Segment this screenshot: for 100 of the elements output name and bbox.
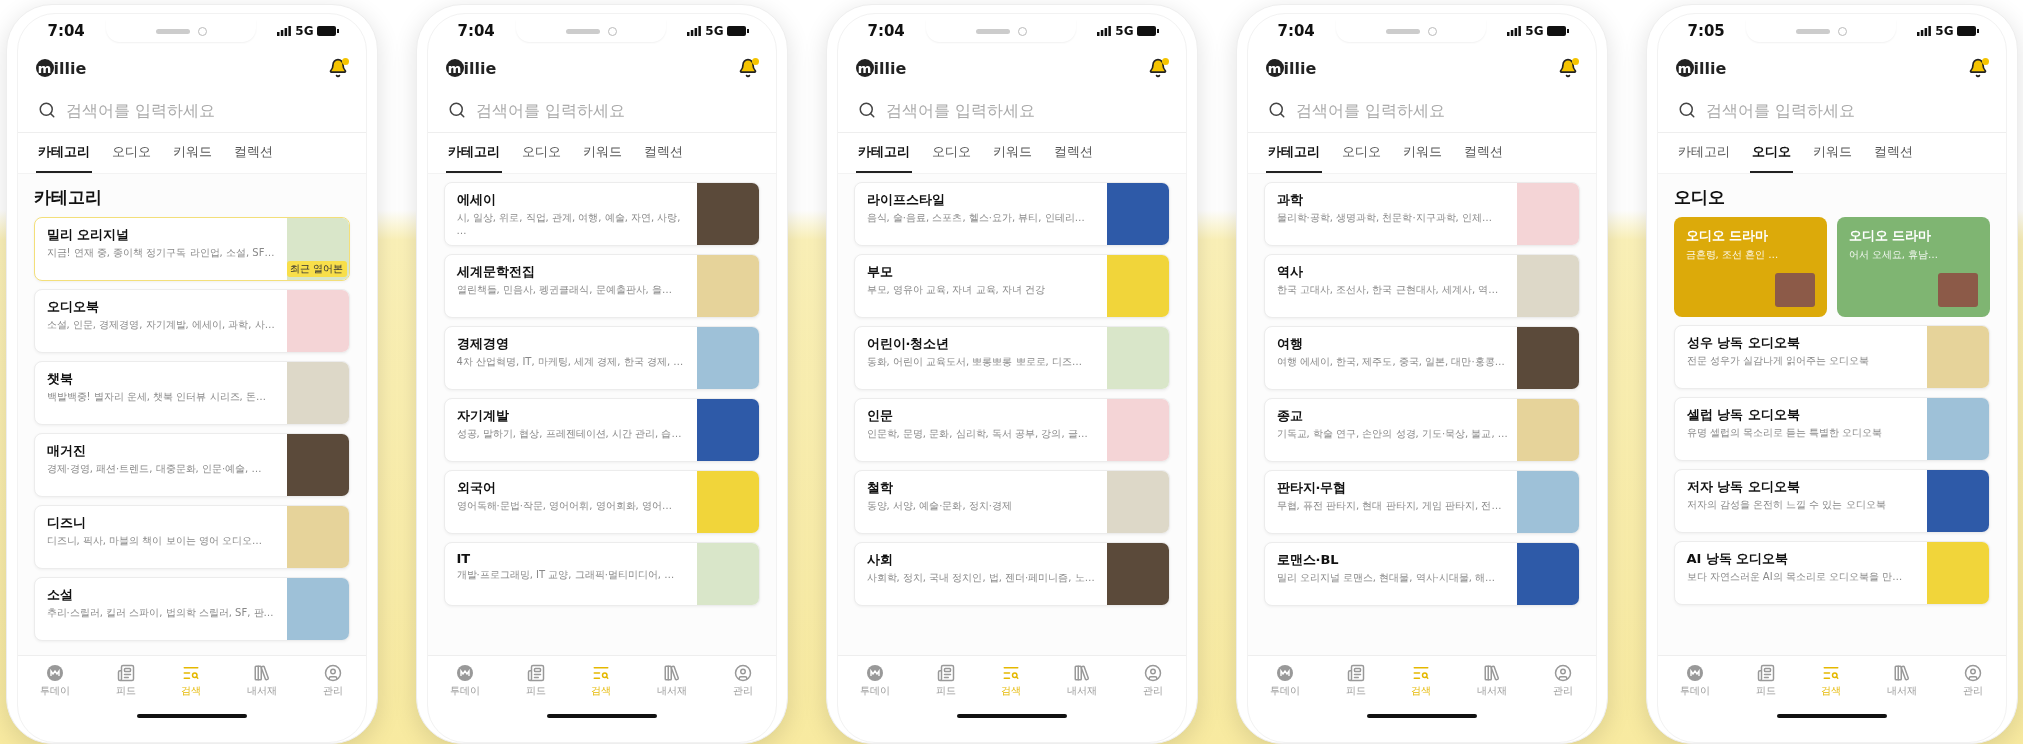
app-logo: m illie [35, 58, 87, 78]
books-icon [663, 664, 682, 682]
category-card[interactable]: 소설 추리·스릴러, 킬러 스파이, 법의학 스릴러, SF, 판… [33, 577, 350, 641]
category-tab[interactable]: 키워드 [1400, 133, 1444, 173]
category-card[interactable]: 자기계발 성공, 말하기, 협상, 프레젠테이션, 시간 관리, 습… [443, 398, 760, 462]
category-card[interactable]: 에세이 시, 일상, 위로, 직업, 관계, 여행, 예술, 자연, 사랑, … [443, 182, 760, 246]
category-card[interactable]: 저자 낭독 오디오북 저자의 감성을 온전히 느낄 수 있는 오디오북 [1673, 469, 1990, 533]
app-logo: m illie [1265, 58, 1317, 78]
card-description: 성공, 말하기, 협상, 프레젠테이션, 시간 관리, 습… [456, 428, 683, 441]
section-title: 오디오 [1673, 186, 1726, 209]
card-title: 사회 [866, 551, 894, 569]
card-description: 영어독해·문법·작문, 영어어휘, 영어회화, 영어… [456, 500, 673, 513]
category-card[interactable]: 성우 낭독 오디오북 전문 성우가 실감나게 읽어주는 오디오북 [1673, 325, 1990, 389]
card-description: 소설, 인문, 경제경영, 자기계발, 에세이, 과학, 사… [46, 319, 276, 332]
search-icon [37, 101, 56, 119]
book-cover-placeholder [1106, 543, 1169, 605]
category-card[interactable]: 종교 기독교, 학술 연구, 손안의 성경, 기도·묵상, 불교, … [1263, 398, 1580, 462]
bell-icon[interactable] [737, 58, 758, 78]
network-label: 5G [705, 24, 724, 38]
search-field[interactable]: 검색어를 입력하세요 [63, 99, 346, 121]
category-tab[interactable]: 컬렉션 [1051, 133, 1095, 173]
category-card[interactable]: AI 낭독 오디오북 보다 자연스러운 AI의 목소리로 오디오북을 만… [1673, 541, 1990, 605]
book-cover-placeholder [1926, 398, 1989, 460]
user-icon [1553, 664, 1572, 682]
category-card[interactable]: 경제경영 4차 산업혁명, IT, 마케팅, 세계 경제, 한국 경제, … [443, 326, 760, 390]
search-field[interactable]: 검색어를 입력하세요 [1703, 99, 1986, 121]
book-cover-placeholder [1516, 543, 1579, 605]
category-card[interactable]: 디즈니 디즈니, 픽사, 마블의 책이 보이는 영어 오디오… [33, 505, 350, 569]
category-card[interactable]: 인문 인문학, 문명, 문화, 심리학, 독서 공부, 강의, 글… [853, 398, 1170, 462]
category-card[interactable]: 판타지·무협 무협, 퓨전 판타지, 현대 판타지, 게임 판타지, 전… [1263, 470, 1580, 534]
category-tab[interactable]: 카테고리 [1675, 133, 1732, 173]
category-card[interactable]: 매거진 경제·경영, 패션·트렌드, 대중문화, 인문·예술, … [33, 433, 350, 497]
category-card[interactable]: 챗북 백발백중! 별자리 운세, 챗북 인터뷰 시리즈, 돈… [33, 361, 350, 425]
book-cover-placeholder [1926, 542, 1989, 604]
bell-icon[interactable] [1967, 58, 1988, 78]
books-icon [1893, 664, 1912, 682]
category-card[interactable]: 라이프스타일 음식, 술·음료, 스포츠, 헬스·요가, 뷰티, 인테리… [853, 182, 1170, 246]
category-tab[interactable]: 컬렉션 [1871, 133, 1915, 173]
category-tab[interactable]: 컬렉션 [641, 133, 685, 173]
category-card[interactable]: 역사 한국 고대사, 조선사, 한국 근현대사, 세계사, 역… [1263, 254, 1580, 318]
category-tab[interactable]: 오디오 [519, 133, 563, 173]
category-card[interactable]: 과학 물리학·공학, 생명과학, 천문학·지구과학, 인체… [1263, 182, 1580, 246]
book-cover-placeholder [286, 578, 349, 640]
book-cover-placeholder [696, 399, 759, 461]
category-tab[interactable]: 컬렉션 [231, 133, 275, 173]
category-tab[interactable]: 키워드 [990, 133, 1034, 173]
card-description: 지금! 연재 중, 종이책 정기구독 라인업, 소설, SF… [46, 247, 276, 260]
book-cover-placeholder [696, 471, 759, 533]
card-title: 부모 [866, 263, 894, 281]
card-title: 외국어 [456, 479, 497, 497]
category-tab[interactable]: 오디오 [929, 133, 973, 173]
card-title: 어린이·청소년 [866, 335, 951, 353]
card-title: 매거진 [46, 442, 87, 460]
category-card[interactable]: 오디오북 소설, 인문, 경제경영, 자기계발, 에세이, 과학, 사… [33, 289, 350, 353]
search-field[interactable]: 검색어를 입력하세요 [883, 99, 1166, 121]
category-tab[interactable]: 키워드 [1810, 133, 1854, 173]
category-card[interactable]: 로맨스·BL 밀리 오리지널 로맨스, 현대물, 역사·시대물, 해… [1263, 542, 1580, 606]
tile-title: 오디오 드라마 [1848, 227, 1933, 245]
recent-badge: 최근 열어본 [287, 261, 347, 277]
category-tab[interactable]: 키워드 [170, 133, 214, 173]
network-label: 5G [1525, 24, 1544, 38]
category-card[interactable]: IT 개발·프로그래밍, IT 교양, 그래픽·멀티미디어, … [443, 542, 760, 606]
card-title: AI 낭독 오디오북 [1686, 550, 1790, 568]
book-cover-placeholder [1516, 399, 1579, 461]
category-tab[interactable]: 키워드 [580, 133, 624, 173]
search-field[interactable]: 검색어를 입력하세요 [473, 99, 756, 121]
category-card[interactable]: 부모 부모, 영유아 교육, 자녀 교육, 자녀 건강 [853, 254, 1170, 318]
bell-icon[interactable] [1147, 58, 1168, 78]
card-title: 성우 낭독 오디오북 [1686, 334, 1801, 352]
card-title: 라이프스타일 [866, 191, 946, 209]
book-cover-placeholder [1516, 183, 1579, 245]
category-card[interactable]: 외국어 영어독해·문법·작문, 영어어휘, 영어회화, 영어… [443, 470, 760, 534]
card-title: 세계문학전집 [456, 263, 536, 281]
battery-icon [727, 26, 750, 36]
user-icon [323, 664, 342, 682]
category-tab[interactable]: 오디오 [1339, 133, 1383, 173]
category-card[interactable]: 여행 여행 에세이, 한국, 제주도, 중국, 일본, 대만·홍콩… [1263, 326, 1580, 390]
status-time: 7:04 [1277, 22, 1315, 40]
app-logo: m illie [445, 58, 497, 78]
network-label: 5G [295, 24, 314, 38]
bell-icon[interactable] [327, 58, 348, 78]
category-card[interactable]: 어린이·청소년 동화, 어린이 교육도서, 뽀롱뽀롱 뽀로로, 디즈… [853, 326, 1170, 390]
logo-circle-icon [866, 664, 885, 682]
search-icon [592, 664, 611, 682]
category-card[interactable]: 세계문학전집 열린책들, 민음사, 펭귄클래식, 문예출판사, 을… [443, 254, 760, 318]
signal-icon [1097, 26, 1112, 36]
category-card[interactable]: 셀럽 낭독 오디오북 유명 셀럽의 목소리로 듣는 특별한 오디오북 [1673, 397, 1990, 461]
category-card[interactable]: 철학 동양, 서양, 예술·문화, 정치·경제 [853, 470, 1170, 534]
card-title: 에세이 [456, 191, 497, 209]
category-card[interactable]: 사회 사회학, 정치, 국내 정치인, 법, 젠더·페미니즘, 노… [853, 542, 1170, 606]
card-description: 밀리 오리지널 로맨스, 현대물, 역사·시대물, 해… [1276, 572, 1497, 585]
book-cover-placeholder [696, 255, 759, 317]
book-cover-placeholder [1106, 327, 1169, 389]
card-title: 챗북 [46, 370, 74, 388]
search-field[interactable]: 검색어를 입력하세요 [1293, 99, 1576, 121]
category-tab[interactable]: 컬렉션 [1461, 133, 1505, 173]
category-card[interactable]: 밀리 오리지널 지금! 연재 중, 종이책 정기구독 라인업, 소설, SF… 최근 열어본 [33, 217, 350, 281]
bell-icon[interactable] [1557, 58, 1578, 78]
category-tab[interactable]: 오디오 [109, 133, 153, 173]
feed-icon [1346, 664, 1365, 682]
